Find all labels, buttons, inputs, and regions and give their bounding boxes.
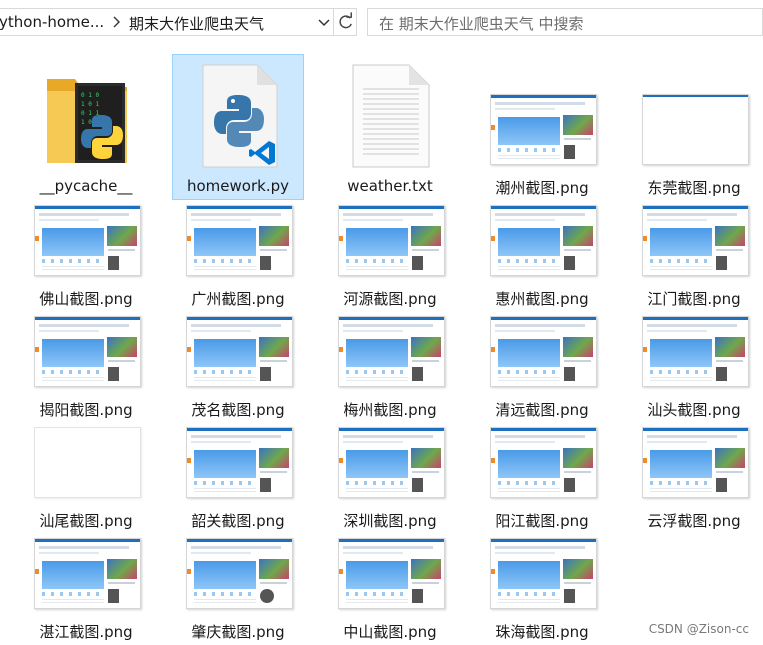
image-thumbnail bbox=[34, 316, 141, 387]
image-thumbnail bbox=[490, 538, 597, 609]
image-thumbnail bbox=[34, 538, 141, 609]
file-item[interactable]: 湛江截图.png bbox=[20, 498, 152, 644]
file-name: 中山截图.png bbox=[343, 623, 437, 641]
image-thumbnail bbox=[338, 538, 445, 609]
image-thumbnail bbox=[338, 316, 445, 387]
image-thumbnail bbox=[186, 538, 293, 609]
python-file-icon bbox=[202, 64, 278, 168]
file-name: 肇庆截图.png bbox=[191, 623, 285, 641]
image-thumbnail bbox=[186, 316, 293, 387]
image-thumbnail bbox=[186, 205, 293, 276]
file-item[interactable]: 珠海截图.png bbox=[476, 498, 608, 644]
file-name: 湛江截图.png bbox=[39, 623, 133, 641]
image-thumbnail bbox=[642, 205, 749, 276]
image-thumbnail bbox=[490, 94, 597, 165]
file-item[interactable]: 肇庆截图.png bbox=[172, 498, 304, 644]
svg-text:1 0: 1 0 bbox=[81, 119, 92, 126]
image-thumbnail bbox=[642, 316, 749, 387]
file-name: 云浮截图.png bbox=[647, 512, 741, 530]
image-thumbnail bbox=[642, 94, 749, 165]
file-item[interactable]: 中山截图.png bbox=[324, 498, 456, 644]
image-thumbnail bbox=[490, 427, 597, 498]
svg-text:0 1 0: 0 1 0 bbox=[81, 92, 99, 99]
folder-icon: 0 1 01 0 1 0 1 11 0 bbox=[47, 79, 127, 163]
image-thumbnail bbox=[338, 427, 445, 498]
file-grid: 0 1 01 0 1 0 1 11 0 __pycache__ homework… bbox=[0, 0, 763, 645]
file-item[interactable]: 云浮截图.png bbox=[628, 387, 760, 533]
watermark: CSDN @Zison-cc bbox=[648, 622, 749, 636]
image-thumbnail bbox=[338, 205, 445, 276]
image-thumbnail bbox=[490, 316, 597, 387]
file-name: 珠海截图.png bbox=[495, 623, 589, 641]
image-thumbnail bbox=[34, 205, 141, 276]
svg-text:1 0 1: 1 0 1 bbox=[81, 101, 99, 108]
text-file-icon bbox=[352, 64, 430, 168]
image-thumbnail bbox=[34, 427, 141, 498]
image-thumbnail bbox=[186, 427, 293, 498]
image-thumbnail bbox=[642, 427, 749, 498]
image-thumbnail bbox=[490, 205, 597, 276]
